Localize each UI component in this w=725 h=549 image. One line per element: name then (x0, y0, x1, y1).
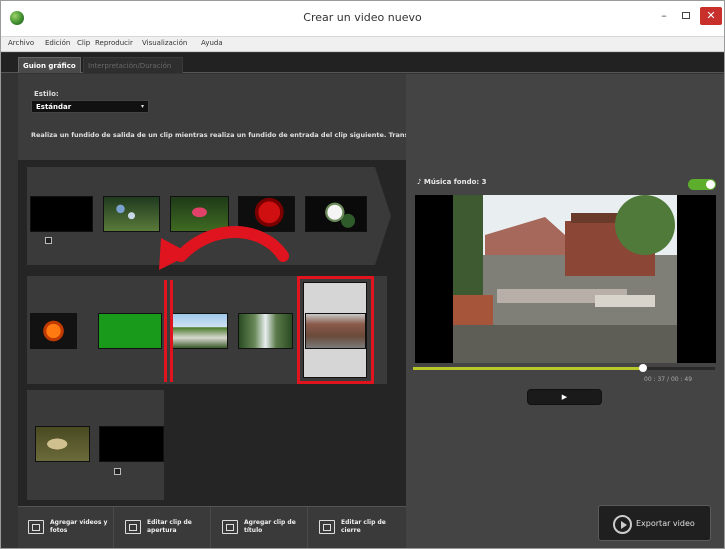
clip-green-transition[interactable] (98, 313, 162, 349)
clip-thumbnail[interactable] (172, 313, 228, 349)
clip-settings-icon[interactable] (114, 468, 121, 475)
toggle-knob (706, 180, 715, 189)
timeline-scrubber[interactable] (413, 364, 715, 372)
time-display: 00 : 37 / 00 : 49 (644, 376, 693, 383)
play-icon: ▶ (561, 393, 568, 401)
edit-opening-clip-button[interactable]: Editar clip de apertura (115, 507, 211, 548)
edit-closing-clip-label: Editar clip de cierre (341, 519, 386, 534)
app-window: Crear un video nuevo – ✕ Archivo Edición… (0, 0, 725, 549)
maximize-button[interactable] (678, 7, 694, 25)
insertion-marker (164, 280, 167, 382)
clip-thumbnail[interactable] (305, 196, 367, 232)
title-bar: Crear un video nuevo – ✕ (1, 1, 724, 37)
style-label: Estilo: (34, 90, 59, 98)
menu-visualizacion[interactable]: Visualización (142, 39, 187, 47)
add-media-button[interactable]: Agregar videos y fotos (18, 507, 114, 548)
menu-edicion[interactable]: Edición (45, 39, 70, 47)
background-music-label: ♪ Música fondo: 3 (417, 178, 487, 186)
menu-archivo[interactable]: Archivo (8, 39, 34, 47)
style-section: Estilo: Estándar ▾ Realiza un fundido de… (18, 74, 406, 160)
preview-panel: ♪ Música fondo: 3 00 : 37 / 00: 49 ▶ Ex… (406, 74, 724, 548)
scrubber-progress (413, 367, 643, 370)
clip-thumbnail[interactable] (35, 426, 90, 462)
add-title-clip-button[interactable]: Agregar clip de título (212, 507, 308, 548)
scrubber-handle[interactable] (638, 364, 647, 372)
preview-frame-image (415, 195, 716, 363)
close-button[interactable]: ✕ (700, 7, 722, 25)
clip-black[interactable] (30, 196, 93, 232)
menu-clip[interactable]: Clip (77, 39, 90, 47)
menu-ayuda[interactable]: Ayuda (201, 39, 223, 47)
edit-opening-clip-label: Editar clip de apertura (147, 519, 192, 534)
storyboard-row-3 (27, 390, 164, 500)
transition-description: Realiza un fundido de salida de un clip … (31, 131, 406, 139)
video-preview (415, 195, 716, 363)
tab-duration[interactable]: Interpretación/Duración (83, 57, 183, 73)
insertion-marker (170, 280, 173, 382)
play-button[interactable]: ▶ (527, 389, 602, 405)
export-video-label: Exportar video (636, 519, 695, 528)
style-dropdown[interactable]: Estándar ▾ (31, 100, 149, 113)
selected-clip-highlight (297, 276, 374, 384)
add-media-icon (28, 520, 44, 534)
clip-thumbnail[interactable] (30, 313, 77, 349)
move-arrow-icon (159, 226, 289, 270)
clip-settings-icon[interactable] (45, 237, 52, 244)
tab-bar: Guion gráfico Interpretación/Duración (1, 53, 724, 73)
clip-thumbnail[interactable] (238, 313, 293, 349)
menu-reproducir[interactable]: Reproducir (95, 39, 133, 47)
edit-closing-clip-button[interactable]: Editar clip de cierre (309, 507, 405, 548)
menu-bar: Archivo Edición Clip Reproducir Visualiz… (1, 37, 724, 52)
bottom-toolbar: Agregar videos y fotos Editar clip de ap… (18, 506, 406, 548)
window-title: Crear un video nuevo (303, 11, 422, 24)
opening-clip-icon (125, 520, 141, 534)
minimize-button[interactable]: – (656, 7, 672, 25)
row-continue-arrow (375, 167, 391, 265)
closing-clip-icon (319, 520, 335, 534)
add-title-clip-label: Agregar clip de título (244, 519, 296, 534)
export-video-button[interactable]: Exportar video (598, 505, 711, 541)
maximize-icon (682, 12, 690, 19)
style-selected-value: Estándar (36, 103, 72, 111)
chevron-down-icon: ▾ (140, 103, 144, 110)
add-media-label: Agregar videos y fotos (50, 519, 108, 534)
tab-storyboard[interactable]: Guion gráfico (18, 57, 81, 73)
film-reel-icon (613, 515, 632, 534)
title-clip-icon (222, 520, 238, 534)
background-music-toggle[interactable] (688, 179, 716, 190)
clip-black[interactable] (99, 426, 164, 462)
storyboard-row-2 (27, 276, 387, 384)
